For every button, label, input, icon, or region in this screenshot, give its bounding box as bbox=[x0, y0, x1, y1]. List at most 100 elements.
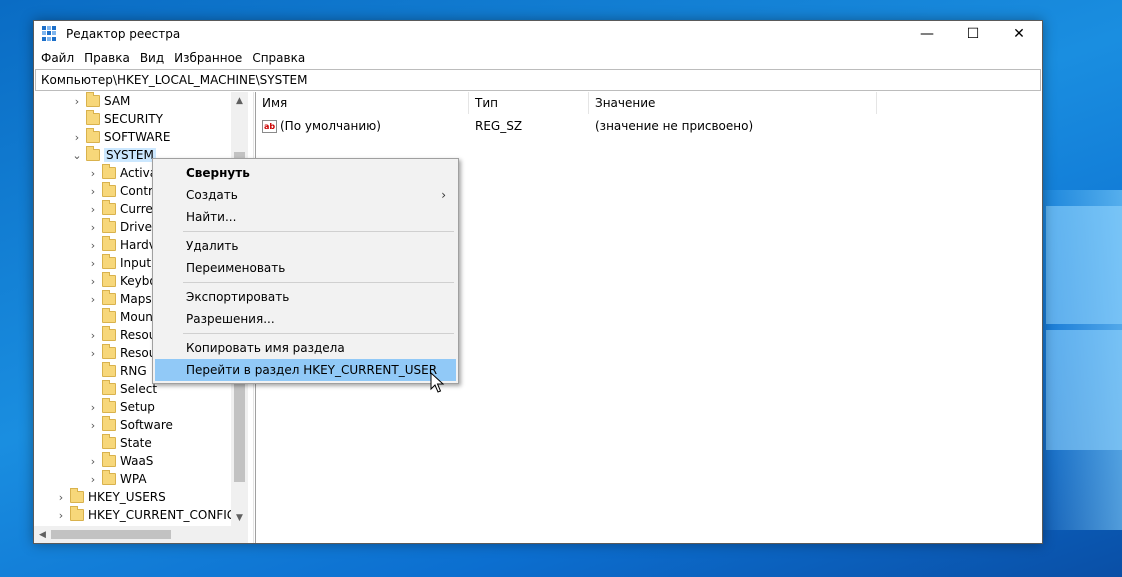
chevron-icon[interactable]: › bbox=[86, 221, 100, 234]
tree-item[interactable]: › Driver bbox=[86, 218, 157, 236]
chevron-icon[interactable]: › bbox=[86, 347, 100, 360]
tree-item[interactable]: › HKEY_USERS bbox=[54, 488, 166, 506]
tree-item[interactable]: › Resou bbox=[86, 344, 156, 362]
context-menu-item[interactable]: Копировать имя раздела bbox=[155, 337, 456, 359]
context-menu-item-label: Копировать имя раздела bbox=[186, 341, 345, 355]
context-menu-item[interactable]: Перейти в раздел HKEY_CURRENT_USER bbox=[155, 359, 456, 381]
chevron-icon[interactable]: › bbox=[86, 473, 100, 486]
folder-icon bbox=[86, 92, 100, 107]
tree-item-label: Input bbox=[120, 256, 152, 270]
folder-icon bbox=[102, 200, 116, 215]
folder-icon bbox=[102, 254, 116, 269]
tree-horizontal-scrollbar[interactable]: ◀ bbox=[34, 526, 248, 543]
chevron-icon[interactable]: › bbox=[54, 509, 68, 522]
chevron-icon[interactable]: › bbox=[86, 203, 100, 216]
menu-favorites[interactable]: Избранное bbox=[169, 51, 247, 65]
column-name[interactable]: Имя bbox=[256, 92, 469, 114]
context-menu-item[interactable]: Разрешения... bbox=[155, 308, 456, 330]
chevron-icon[interactable]: › bbox=[70, 131, 84, 144]
folder-icon bbox=[102, 236, 116, 251]
tree-item[interactable]: › Input bbox=[86, 254, 151, 272]
chevron-icon[interactable]: › bbox=[86, 455, 100, 468]
tree-item[interactable]: › WPA bbox=[86, 470, 147, 488]
folder-icon bbox=[102, 272, 116, 287]
value-type: REG_SZ bbox=[475, 119, 523, 133]
chevron-icon[interactable]: › bbox=[86, 239, 100, 252]
chevron-icon[interactable]: › bbox=[70, 95, 84, 108]
tree-item[interactable]: › Contr bbox=[86, 182, 153, 200]
context-menu-item[interactable]: Экспортировать bbox=[155, 286, 456, 308]
string-value-icon: ab bbox=[262, 119, 277, 133]
tree-item[interactable]: › Keybo bbox=[86, 272, 157, 290]
tree-item[interactable]: Moun bbox=[86, 308, 153, 326]
chevron-icon[interactable]: › bbox=[54, 491, 68, 504]
tree-item[interactable]: › Activa bbox=[86, 164, 157, 182]
tree-item[interactable]: Select bbox=[86, 380, 157, 398]
tree-item-label: Maps bbox=[120, 292, 152, 306]
scroll-thumb[interactable] bbox=[51, 530, 171, 539]
context-menu-item[interactable]: Свернуть bbox=[155, 162, 456, 184]
scroll-down-icon[interactable]: ▼ bbox=[231, 509, 248, 526]
tree-item[interactable]: › Resou bbox=[86, 326, 156, 344]
menu-edit[interactable]: Правка bbox=[79, 51, 135, 65]
tree-item[interactable]: SECURITY bbox=[70, 110, 163, 128]
folder-icon bbox=[102, 362, 116, 377]
context-menu-item[interactable]: Создать › bbox=[155, 184, 456, 206]
column-value[interactable]: Значение bbox=[589, 92, 877, 114]
menu-view[interactable]: Вид bbox=[135, 51, 169, 65]
folder-icon bbox=[70, 506, 84, 521]
tree-item-label: Moun bbox=[120, 310, 153, 324]
submenu-arrow-icon: › bbox=[441, 188, 446, 202]
folder-icon bbox=[86, 128, 100, 143]
menu-separator bbox=[183, 333, 454, 334]
tree-item[interactable]: › WaaS bbox=[86, 452, 153, 470]
chevron-icon[interactable]: › bbox=[86, 401, 100, 414]
maximize-button[interactable]: ☐ bbox=[950, 21, 996, 47]
tree-item[interactable]: › Hardv bbox=[86, 236, 156, 254]
table-row[interactable]: ab (По умолчанию) REG_SZ (значение не пр… bbox=[256, 117, 1042, 135]
chevron-icon[interactable]: ⌄ bbox=[70, 149, 84, 162]
tree-item[interactable]: › Setup bbox=[86, 398, 155, 416]
tree-item[interactable]: ⌄ SYSTEM bbox=[70, 146, 156, 164]
chevron-icon[interactable]: › bbox=[86, 167, 100, 180]
minimize-button[interactable]: — bbox=[904, 21, 950, 47]
title-bar[interactable]: Редактор реестра — ☐ ✕ bbox=[34, 21, 1042, 47]
menu-bar: Файл Правка Вид Избранное Справка bbox=[34, 47, 1042, 69]
chevron-icon[interactable]: › bbox=[86, 185, 100, 198]
column-type[interactable]: Тип bbox=[469, 92, 589, 114]
window-title: Редактор реестра bbox=[66, 26, 181, 41]
scroll-left-icon[interactable]: ◀ bbox=[34, 526, 51, 543]
scroll-up-icon[interactable]: ▲ bbox=[231, 92, 248, 109]
context-menu-item-label: Экспортировать bbox=[186, 290, 290, 304]
chevron-icon[interactable]: › bbox=[86, 329, 100, 342]
tree-item[interactable]: RNG bbox=[86, 362, 147, 380]
folder-icon bbox=[102, 308, 116, 323]
folder-icon bbox=[102, 416, 116, 431]
address-bar[interactable]: Компьютер\HKEY_LOCAL_MACHINE\SYSTEM bbox=[35, 69, 1041, 91]
tree-item[interactable]: › SOFTWARE bbox=[70, 128, 170, 146]
context-menu-item[interactable]: Найти... bbox=[155, 206, 456, 228]
tree-item-label: SYSTEM bbox=[104, 148, 156, 162]
context-menu-item[interactable]: Удалить bbox=[155, 235, 456, 257]
menu-file[interactable]: Файл bbox=[36, 51, 79, 65]
tree-item[interactable]: › Curre bbox=[86, 200, 153, 218]
tree-item-label: Setup bbox=[120, 400, 155, 414]
folder-icon bbox=[102, 470, 116, 485]
registry-editor-icon bbox=[42, 25, 58, 42]
chevron-icon[interactable]: › bbox=[86, 419, 100, 432]
tree-item-label: Software bbox=[120, 418, 173, 432]
tree-item[interactable]: › Software bbox=[86, 416, 173, 434]
tree-item-label: SOFTWARE bbox=[104, 130, 171, 144]
chevron-icon[interactable]: › bbox=[86, 257, 100, 270]
chevron-icon[interactable]: › bbox=[86, 275, 100, 288]
tree-item-label: HKEY_USERS bbox=[88, 490, 166, 504]
close-button[interactable]: ✕ bbox=[996, 21, 1042, 47]
mouse-cursor-icon bbox=[430, 372, 445, 393]
tree-item[interactable]: › Maps bbox=[86, 290, 152, 308]
context-menu-item[interactable]: Переименовать bbox=[155, 257, 456, 279]
tree-item[interactable]: State bbox=[86, 434, 152, 452]
tree-item[interactable]: › HKEY_CURRENT_CONFIG bbox=[54, 506, 236, 524]
tree-item[interactable]: › SAM bbox=[70, 92, 130, 110]
menu-help[interactable]: Справка bbox=[247, 51, 310, 65]
chevron-icon[interactable]: › bbox=[86, 293, 100, 306]
